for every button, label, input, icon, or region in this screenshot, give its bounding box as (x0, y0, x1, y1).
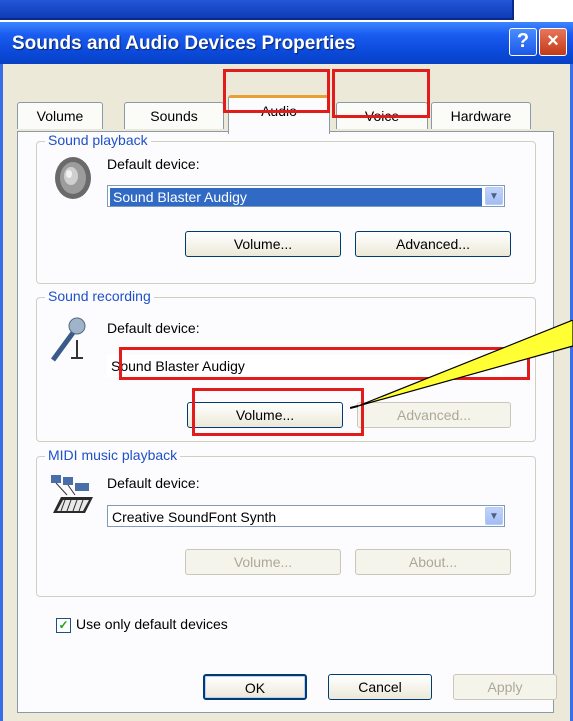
highlight-recording-volume (192, 388, 364, 436)
help-button[interactable]: ? (509, 28, 537, 56)
use-default-checkbox[interactable]: ✓ (56, 618, 71, 633)
midi-playback-title: MIDI music playback (45, 447, 181, 463)
tab-volume[interactable]: Volume (17, 102, 103, 129)
playback-device-label: Default device: (107, 156, 200, 172)
tab-hardware[interactable]: Hardware (431, 102, 531, 129)
midi-about-button[interactable]: About... (355, 549, 511, 575)
close-button[interactable]: × (539, 28, 567, 56)
tab-sounds[interactable]: Sounds (124, 102, 224, 129)
background-window-strip (0, 0, 514, 20)
midi-device-select[interactable]: Creative SoundFont Synth ▼ (107, 505, 505, 527)
midi-volume-button[interactable]: Volume... (185, 549, 341, 575)
apply-button[interactable]: Apply (453, 674, 557, 700)
midi-playback-group: MIDI music playback Default device: Crea… (36, 447, 536, 597)
ok-button[interactable]: OK (203, 674, 307, 700)
microphone-icon (50, 317, 86, 362)
highlight-voice-tab (332, 69, 430, 118)
chevron-down-icon[interactable]: ▼ (485, 187, 503, 205)
playback-device-value: Sound Blaster Audigy (110, 188, 482, 206)
sound-playback-group: Sound playback Default device: Sound Bla… (36, 132, 536, 284)
cancel-button[interactable]: Cancel (328, 674, 432, 700)
use-default-label: Use only default devices (76, 616, 228, 632)
midi-keyboard-icon (51, 475, 93, 513)
sound-playback-title: Sound playback (45, 132, 151, 148)
midi-device-label: Default device: (107, 475, 200, 491)
playback-device-select[interactable]: Sound Blaster Audigy ▼ (107, 185, 505, 207)
playback-advanced-button[interactable]: Advanced... (355, 231, 511, 257)
playback-volume-button[interactable]: Volume... (185, 231, 341, 257)
midi-device-value: Creative SoundFont Synth (112, 509, 277, 525)
title-bar[interactable]: Sounds and Audio Devices Properties ? × (0, 22, 573, 64)
highlight-audio-tab (223, 69, 330, 113)
callout-arrow-icon (350, 320, 573, 409)
speaker-icon (55, 157, 91, 199)
chevron-down-icon[interactable]: ▼ (485, 507, 503, 525)
sound-recording-title: Sound recording (45, 288, 154, 304)
window-title: Sounds and Audio Devices Properties (12, 33, 356, 54)
recording-device-label: Default device: (107, 320, 200, 336)
